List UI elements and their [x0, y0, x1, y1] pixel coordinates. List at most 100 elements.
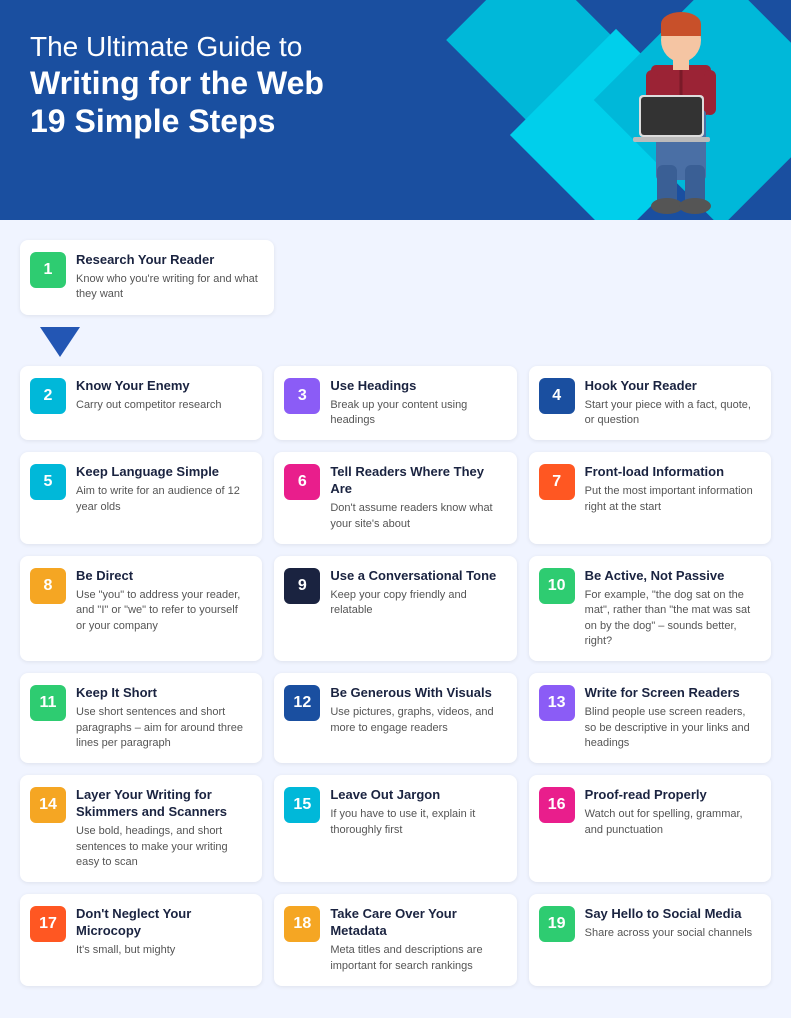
step-card-9: 9 Use a Conversational Tone Keep your co…	[274, 556, 516, 661]
step-text-3: Use Headings Break up your content using…	[330, 378, 504, 429]
step-badge-18: 18	[284, 906, 320, 942]
header-main-title: Writing for the Web19 Simple Steps	[30, 64, 450, 141]
step-badge-7: 7	[539, 464, 575, 500]
step-desc-11: Use short sentences and short paragraphs…	[76, 705, 250, 751]
step-desc-4: Start your piece with a fact, quote, or …	[585, 398, 759, 429]
step-badge-19: 19	[539, 906, 575, 942]
step-title-19: Say Hello to Social Media	[585, 906, 759, 923]
step-card-6: 6 Tell Readers Where They Are Don't assu…	[274, 452, 516, 544]
step-card-4: 4 Hook Your Reader Start your piece with…	[529, 366, 771, 441]
step-title-2: Know Your Enemy	[76, 378, 250, 395]
step-text-16: Proof-read Properly Watch out for spelli…	[585, 787, 759, 838]
step-desc-3: Break up your content using headings	[330, 398, 504, 429]
step-row-5: 11 Keep It Short Use short sentences and…	[20, 673, 771, 763]
step-badge-16: 16	[539, 787, 575, 823]
step-text-2: Know Your Enemy Carry out competitor res…	[76, 378, 250, 413]
step-text-10: Be Active, Not Passive For example, "the…	[585, 568, 759, 649]
step-card-15: 15 Leave Out Jargon If you have to use i…	[274, 775, 516, 882]
step-title-16: Proof-read Properly	[585, 787, 759, 804]
step-badge-5: 5	[30, 464, 66, 500]
step-title-18: Take Care Over Your Metadata	[330, 906, 504, 940]
step-text-18: Take Care Over Your Metadata Meta titles…	[330, 906, 504, 974]
step-card-3: 3 Use Headings Break up your content usi…	[274, 366, 516, 441]
step-title-15: Leave Out Jargon	[330, 787, 504, 804]
step-badge-12: 12	[284, 685, 320, 721]
step-text-8: Be Direct Use "you" to address your read…	[76, 568, 250, 634]
step-title-5: Keep Language Simple	[76, 464, 250, 481]
step-title-13: Write for Screen Readers	[585, 685, 759, 702]
step-card-14: 14 Layer Your Writing for Skimmers and S…	[20, 775, 262, 882]
step-text-15: Leave Out Jargon If you have to use it, …	[330, 787, 504, 838]
step-title-3: Use Headings	[330, 378, 504, 395]
header-spacer	[286, 240, 771, 315]
step-badge-9: 9	[284, 568, 320, 604]
step-badge-14: 14	[30, 787, 66, 823]
step-desc-14: Use bold, headings, and short sentences …	[76, 824, 250, 870]
step-card-8: 8 Be Direct Use "you" to address your re…	[20, 556, 262, 661]
step-card-18: 18 Take Care Over Your Metadata Meta tit…	[274, 894, 516, 986]
step-badge-4: 4	[539, 378, 575, 414]
step-title-12: Be Generous With Visuals	[330, 685, 504, 702]
header-title: The Ultimate Guide to Writing for the We…	[30, 30, 450, 140]
step-desc-17: It's small, but mighty	[76, 943, 250, 958]
step-badge-13: 13	[539, 685, 575, 721]
step-badge-17: 17	[30, 906, 66, 942]
step-desc-10: For example, "the dog sat on the mat", r…	[585, 588, 759, 650]
step-desc-13: Blind people use screen readers, so be d…	[585, 705, 759, 751]
content-area: 1 Research Your Reader Know who you're w…	[0, 220, 791, 1018]
step-desc-18: Meta titles and descriptions are importa…	[330, 943, 504, 974]
step-title-1: Research Your Reader	[76, 252, 262, 269]
step-text-13: Write for Screen Readers Blind people us…	[585, 685, 759, 751]
step-text-9: Use a Conversational Tone Keep your copy…	[330, 568, 504, 619]
step-card-10: 10 Be Active, Not Passive For example, "…	[529, 556, 771, 661]
step-card-16: 16 Proof-read Properly Watch out for spe…	[529, 775, 771, 882]
step-badge-11: 11	[30, 685, 66, 721]
step-title-6: Tell Readers Where They Are	[330, 464, 504, 498]
step-text-12: Be Generous With Visuals Use pictures, g…	[330, 685, 504, 736]
step-text-7: Front-load Information Put the most impo…	[585, 464, 759, 515]
step-badge-10: 10	[539, 568, 575, 604]
step-card-1: 1 Research Your Reader Know who you're w…	[20, 240, 274, 315]
step-text-1: Research Your Reader Know who you're wri…	[76, 252, 262, 303]
step-desc-8: Use "you" to address your reader, and "I…	[76, 588, 250, 634]
step-title-10: Be Active, Not Passive	[585, 568, 759, 585]
step-title-14: Layer Your Writing for Skimmers and Scan…	[76, 787, 250, 821]
step-desc-9: Keep your copy friendly and relatable	[330, 588, 504, 619]
step-title-17: Don't Neglect Your Microcopy	[76, 906, 250, 940]
step-text-5: Keep Language Simple Aim to write for an…	[76, 464, 250, 515]
step-desc-6: Don't assume readers know what your site…	[330, 501, 504, 532]
step-desc-15: If you have to use it, explain it thorou…	[330, 807, 504, 838]
step-desc-19: Share across your social channels	[585, 926, 759, 941]
step-card-11: 11 Keep It Short Use short sentences and…	[20, 673, 262, 763]
step-row-6: 14 Layer Your Writing for Skimmers and S…	[20, 775, 771, 882]
step-card-2: 2 Know Your Enemy Carry out competitor r…	[20, 366, 262, 441]
step-card-5: 5 Keep Language Simple Aim to write for …	[20, 452, 262, 544]
step-card-19: 19 Say Hello to Social Media Share acros…	[529, 894, 771, 986]
step-title-8: Be Direct	[76, 568, 250, 585]
step-card-13: 13 Write for Screen Readers Blind people…	[529, 673, 771, 763]
person-illustration	[541, 0, 761, 220]
step-text-6: Tell Readers Where They Are Don't assume…	[330, 464, 504, 532]
step-title-4: Hook Your Reader	[585, 378, 759, 395]
step-card-7: 7 Front-load Information Put the most im…	[529, 452, 771, 544]
step-row-7: 17 Don't Neglect Your Microcopy It's sma…	[20, 894, 771, 986]
step-badge-2: 2	[30, 378, 66, 414]
step-badge-6: 6	[284, 464, 320, 500]
step-title-9: Use a Conversational Tone	[330, 568, 504, 585]
step-row-4: 8 Be Direct Use "you" to address your re…	[20, 556, 771, 661]
step-title-11: Keep It Short	[76, 685, 250, 702]
step-row-1: 1 Research Your Reader Know who you're w…	[20, 240, 771, 315]
step-desc-1: Know who you're writing for and what the…	[76, 272, 262, 303]
step-row-3: 5 Keep Language Simple Aim to write for …	[20, 452, 771, 544]
step-text-19: Say Hello to Social Media Share across y…	[585, 906, 759, 941]
step-title-7: Front-load Information	[585, 464, 759, 481]
step-text-17: Don't Neglect Your Microcopy It's small,…	[76, 906, 250, 958]
step-desc-7: Put the most important information right…	[585, 484, 759, 515]
step-text-14: Layer Your Writing for Skimmers and Scan…	[76, 787, 250, 870]
step-badge-1: 1	[30, 252, 66, 288]
step-text-4: Hook Your Reader Start your piece with a…	[585, 378, 759, 429]
step-badge-8: 8	[30, 568, 66, 604]
step-badge-3: 3	[284, 378, 320, 414]
step-card-12: 12 Be Generous With Visuals Use pictures…	[274, 673, 516, 763]
step-card-17: 17 Don't Neglect Your Microcopy It's sma…	[20, 894, 262, 986]
